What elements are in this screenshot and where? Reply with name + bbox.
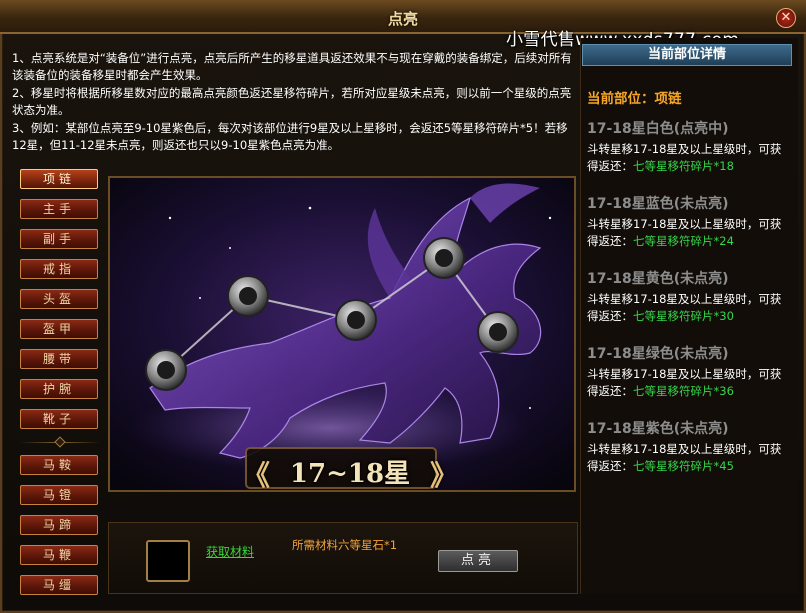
material-slot[interactable] bbox=[146, 540, 190, 582]
constellation-art bbox=[108, 176, 576, 492]
tier-reward-line: 得返还：七等星移符碎片*30 bbox=[587, 308, 734, 323]
nav-divider bbox=[20, 436, 100, 448]
nav-item-off-hand[interactable]: 副手 bbox=[20, 229, 98, 249]
tier-title: 17-18星绿色(未点亮) bbox=[587, 346, 729, 362]
description-line-1: 1、点亮系统是对“装备位”进行点亮，点亮后所产生的移星道具返还效果不与现在穿戴的… bbox=[12, 51, 572, 82]
tier-entry-green: 17-18星绿色(未点亮) 斗转星移17-18星及以上星级时，可获 得返还：七等… bbox=[587, 343, 797, 399]
current-part-label: 当前部位：项链 bbox=[587, 91, 682, 107]
tier-desc: 斗转星移17-18星及以上星级时，可获 bbox=[587, 367, 782, 381]
nav-item-belt[interactable]: 腰带 bbox=[20, 349, 98, 369]
nav-item-boots[interactable]: 靴子 bbox=[20, 409, 98, 429]
tier-entry-purple: 17-18星紫色(未点亮) 斗转星移17-18星及以上星级时，可获 得返还：七等… bbox=[587, 418, 797, 474]
tier-reward: 七等星移符碎片*24 bbox=[633, 233, 734, 248]
nav-item-saddle[interactable]: 马鞍 bbox=[20, 455, 98, 475]
nav-item-whip[interactable]: 马鞭 bbox=[20, 545, 98, 565]
tier-reward-line: 得返还：七等星移符碎片*36 bbox=[587, 383, 734, 398]
required-material-text: 所需材料六等星石*1 bbox=[292, 538, 398, 552]
tier-reward: 七等星移符碎片*45 bbox=[633, 458, 734, 473]
nav-item-main-hand[interactable]: 主手 bbox=[20, 199, 98, 219]
description-line-2: 2、移星时将根据所移星数对应的最高点亮颜色返还星移符碎片，若所对应星级未点亮，则… bbox=[12, 86, 572, 117]
nav-item-horseshoe[interactable]: 马蹄 bbox=[20, 515, 98, 535]
star-range-label: 17~18星 bbox=[289, 459, 411, 489]
tier-reward: 七等星移符碎片*30 bbox=[633, 308, 734, 323]
nav-item-reins[interactable]: 马缰 bbox=[20, 575, 98, 595]
detail-panel-header: 当前部位详情 bbox=[582, 44, 792, 66]
star-node-4[interactable] bbox=[423, 237, 465, 279]
next-star-range-button[interactable]: 》 bbox=[430, 454, 458, 494]
nav-item-necklace[interactable]: 项链 bbox=[20, 169, 98, 189]
tier-entry-white: 17-18星白色(点亮中) 斗转星移17-18星及以上星级时，可获 得返还：七等… bbox=[587, 118, 797, 174]
tier-title: 17-18星紫色(未点亮) bbox=[587, 421, 729, 437]
light-up-button[interactable]: 点亮 bbox=[438, 550, 518, 572]
star-node-3[interactable] bbox=[335, 299, 377, 341]
equipment-slot-nav: 项链 主手 副手 戒指 头盔 盔甲 腰带 护腕 靴子 马鞍 马镫 马蹄 马鞭 马… bbox=[20, 169, 102, 605]
star-node-1[interactable] bbox=[145, 349, 187, 391]
nav-item-ring[interactable]: 戒指 bbox=[20, 259, 98, 279]
tier-desc: 斗转星移17-18星及以上星级时，可获 bbox=[587, 442, 782, 456]
tier-desc: 斗转星移17-18星及以上星级时，可获 bbox=[587, 142, 782, 156]
nav-item-bracer[interactable]: 护腕 bbox=[20, 379, 98, 399]
nav-item-helmet[interactable]: 头盔 bbox=[20, 289, 98, 309]
nav-item-armor[interactable]: 盔甲 bbox=[20, 319, 98, 339]
tier-entry-yellow: 17-18星黄色(未点亮) 斗转星移17-18星及以上星级时，可获 得返还：七等… bbox=[587, 268, 797, 324]
tier-reward: 七等星移符碎片*18 bbox=[633, 158, 734, 173]
tier-reward-line: 得返还：七等星移符碎片*18 bbox=[587, 158, 734, 173]
tier-desc: 斗转星移17-18星及以上星级时，可获 bbox=[587, 217, 782, 231]
tier-title: 17-18星黄色(未点亮) bbox=[587, 271, 729, 287]
tier-title: 17-18星蓝色(未点亮) bbox=[587, 196, 729, 212]
tier-reward: 七等星移符碎片*36 bbox=[633, 383, 734, 398]
description-line-3: 3、例如：某部位点亮至9-10星紫色后，每次对该部位进行9星及以上星移时，会返还… bbox=[12, 121, 568, 152]
nav-item-stirrup[interactable]: 马镫 bbox=[20, 485, 98, 505]
tier-desc: 斗转星移17-18星及以上星级时，可获 bbox=[587, 292, 782, 306]
tier-entry-blue: 17-18星蓝色(未点亮) 斗转星移17-18星及以上星级时，可获 得返还：七等… bbox=[587, 193, 797, 249]
tier-title: 17-18星白色(点亮中) bbox=[587, 121, 729, 137]
star-node-2[interactable] bbox=[227, 275, 269, 317]
description: 1、点亮系统是对“装备位”进行点亮，点亮后所产生的移星道具返还效果不与现在穿戴的… bbox=[12, 50, 578, 155]
star-node-5[interactable] bbox=[477, 311, 519, 353]
tier-reward-line: 得返还：七等星移符碎片*45 bbox=[587, 458, 734, 473]
tier-reward-line: 得返还：七等星移符碎片*24 bbox=[587, 233, 734, 248]
close-button[interactable]: ✕ bbox=[776, 8, 796, 28]
dragon-illustration bbox=[110, 178, 574, 490]
get-material-link[interactable]: 获取材料 bbox=[206, 543, 254, 560]
